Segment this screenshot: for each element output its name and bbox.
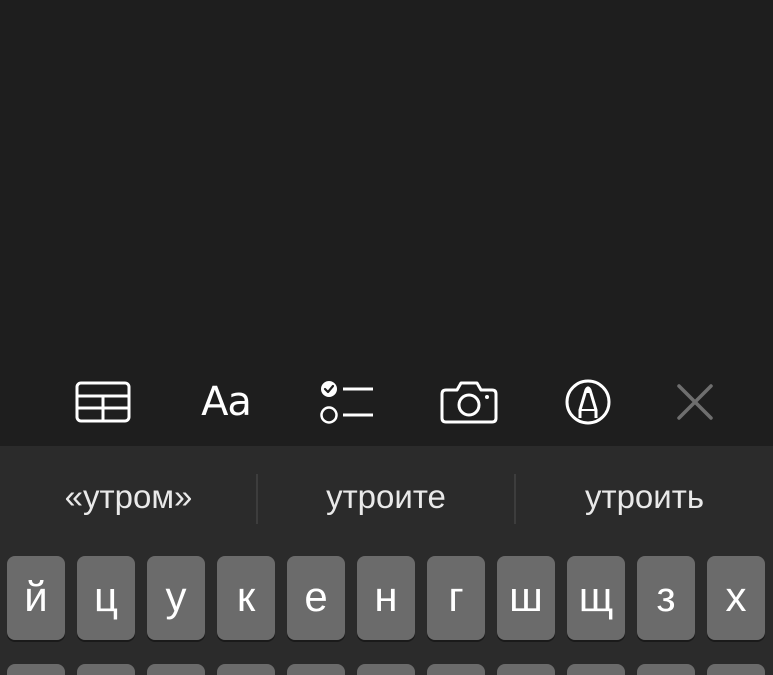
note-editor-area[interactable]: [0, 0, 773, 362]
key-partial[interactable]: [567, 664, 625, 675]
checklist-icon: [319, 379, 375, 425]
camera-icon: [440, 380, 498, 424]
key[interactable]: г: [427, 556, 485, 640]
suggestion-3[interactable]: утроить: [516, 468, 773, 526]
key[interactable]: з: [637, 556, 695, 640]
close-toolbar-button[interactable]: [663, 374, 727, 430]
key-partial[interactable]: [707, 664, 765, 675]
key[interactable]: х: [707, 556, 765, 640]
key-partial[interactable]: [427, 664, 485, 675]
notes-screen: Aa «утром» утроите утроить й ц у к е н г…: [0, 0, 773, 675]
key[interactable]: у: [147, 556, 205, 640]
table-icon: [75, 381, 131, 423]
text-format-button[interactable]: Aa: [194, 374, 258, 430]
suggestion-2[interactable]: утроите: [258, 468, 514, 526]
key[interactable]: ш: [497, 556, 555, 640]
checklist-button[interactable]: [315, 374, 379, 430]
formatting-toolbar: Aa: [0, 362, 773, 446]
key-partial[interactable]: [7, 664, 65, 675]
key-partial[interactable]: [287, 664, 345, 675]
predictive-suggestions-bar: «утром» утроите утроить: [0, 446, 773, 550]
camera-button[interactable]: [437, 374, 501, 430]
key[interactable]: к: [217, 556, 275, 640]
key-partial[interactable]: [217, 664, 275, 675]
key[interactable]: е: [287, 556, 345, 640]
close-icon: [675, 382, 715, 422]
text-format-icon: Aa: [201, 379, 252, 425]
key[interactable]: й: [7, 556, 65, 640]
key-partial[interactable]: [147, 664, 205, 675]
key-partial[interactable]: [357, 664, 415, 675]
key[interactable]: н: [357, 556, 415, 640]
key-partial[interactable]: [637, 664, 695, 675]
key-partial[interactable]: [497, 664, 555, 675]
table-button[interactable]: [71, 374, 135, 430]
keyboard: «утром» утроите утроить й ц у к е н г ш …: [0, 446, 773, 675]
markup-pen-icon: [564, 378, 612, 426]
key[interactable]: щ: [567, 556, 625, 640]
key[interactable]: ц: [77, 556, 135, 640]
markup-button[interactable]: [556, 374, 620, 430]
key-partial[interactable]: [77, 664, 135, 675]
suggestion-1[interactable]: «утром»: [0, 468, 257, 526]
